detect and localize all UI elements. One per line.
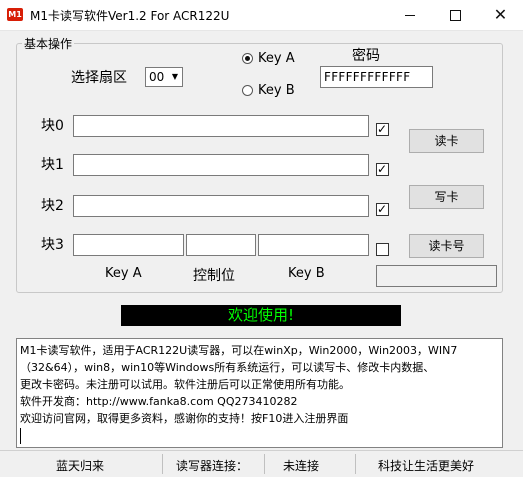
block-2-input[interactable] (73, 195, 369, 217)
info-line: M1卡读写软件，适用于ACR122U读写器，可以在winXp，Win2000，W… (20, 344, 458, 357)
block-1-checkbox[interactable]: ✓ (376, 162, 389, 176)
block-0-checkbox[interactable]: ✓ (376, 122, 389, 136)
check-icon: ✓ (377, 202, 388, 216)
minimize-icon (405, 15, 415, 16)
maximize-button[interactable] (433, 0, 478, 30)
status-reader-label: 读写器连接： (176, 459, 249, 473)
password-label: 密码 (352, 48, 380, 64)
check-icon: ✓ (377, 162, 388, 176)
read-card-number-button[interactable]: 读卡号 (409, 234, 484, 258)
info-line: 软件开发商：http://www.fanka8.com QQ273410282 (20, 395, 298, 408)
key-b-radio-label: Key B (258, 83, 295, 98)
block-0-input[interactable] (73, 115, 369, 137)
block-2-checkbox[interactable]: ✓ (376, 202, 389, 216)
info-line: 更改卡密码。未注册可以试用。软件注册后可以正常使用所有功能。 (20, 378, 350, 391)
text-caret (20, 427, 499, 444)
sector-select[interactable]: 00 ▼ (145, 67, 183, 87)
status-tagline: 科技让生活更美好 (378, 459, 475, 473)
key-a-sub-label: Key A (105, 266, 142, 281)
read-card-button[interactable]: 读卡 (409, 129, 484, 153)
key-a-radio[interactable] (242, 53, 253, 64)
radio-selected-dot (245, 56, 250, 61)
block-3-label: 块3 (41, 237, 64, 253)
group-legend: 基本操作 (24, 37, 73, 51)
window-title: M1卡读写软件Ver1.2 For ACR122U (30, 9, 230, 23)
status-divider (355, 454, 356, 474)
app-icon: M1 (7, 8, 23, 21)
write-card-button[interactable]: 写卡 (409, 185, 484, 209)
block-3-checkbox[interactable] (376, 243, 389, 256)
status-divider (162, 454, 163, 474)
minimize-button[interactable] (388, 0, 433, 30)
block-2-label: 块2 (41, 198, 64, 214)
status-reader-state: 未连接 (283, 459, 320, 473)
block-3-key-a-input[interactable] (73, 234, 184, 256)
info-line: （32&64），win8，win10等Windows所有系统运行，可以读写卡、修… (20, 361, 435, 374)
close-button[interactable]: ✕ (478, 0, 523, 30)
key-a-radio-label: Key A (258, 51, 295, 66)
control-bits-label: 控制位 (193, 268, 235, 284)
sector-select-value: 00 (149, 70, 165, 84)
block-3-key-b-input[interactable] (258, 234, 369, 256)
maximize-icon (450, 10, 461, 21)
block-1-input[interactable] (73, 154, 369, 176)
status-bar: 蓝天归来 读写器连接： 未连接 科技让生活更美好 (0, 450, 523, 477)
chevron-down-icon: ▼ (171, 72, 179, 81)
block-0-label: 块0 (41, 118, 64, 134)
check-icon: ✓ (377, 122, 388, 136)
card-number-display (376, 265, 497, 287)
welcome-banner: 欢迎使用! (121, 305, 401, 326)
info-line: 欢迎访问官网，取得更多资料，感谢你的支持！按F10进入注册界面 (20, 412, 349, 425)
title-bar: M1 M1卡读写软件Ver1.2 For ACR122U ✕ (0, 0, 523, 31)
sector-label: 选择扇区 (71, 70, 127, 86)
block-1-label: 块1 (41, 157, 64, 173)
info-textarea[interactable]: M1卡读写软件，适用于ACR122U读写器，可以在winXp，Win2000，W… (16, 338, 503, 448)
password-input[interactable]: FFFFFFFFFFFF (320, 66, 433, 88)
key-b-sub-label: Key B (288, 266, 325, 281)
status-company: 蓝天归来 (56, 459, 105, 473)
key-b-radio[interactable] (242, 85, 253, 96)
password-value: FFFFFFFFFFFF (324, 70, 411, 84)
status-divider (264, 454, 265, 474)
block-3-control-input[interactable] (186, 234, 256, 256)
close-icon: ✕ (493, 5, 508, 24)
